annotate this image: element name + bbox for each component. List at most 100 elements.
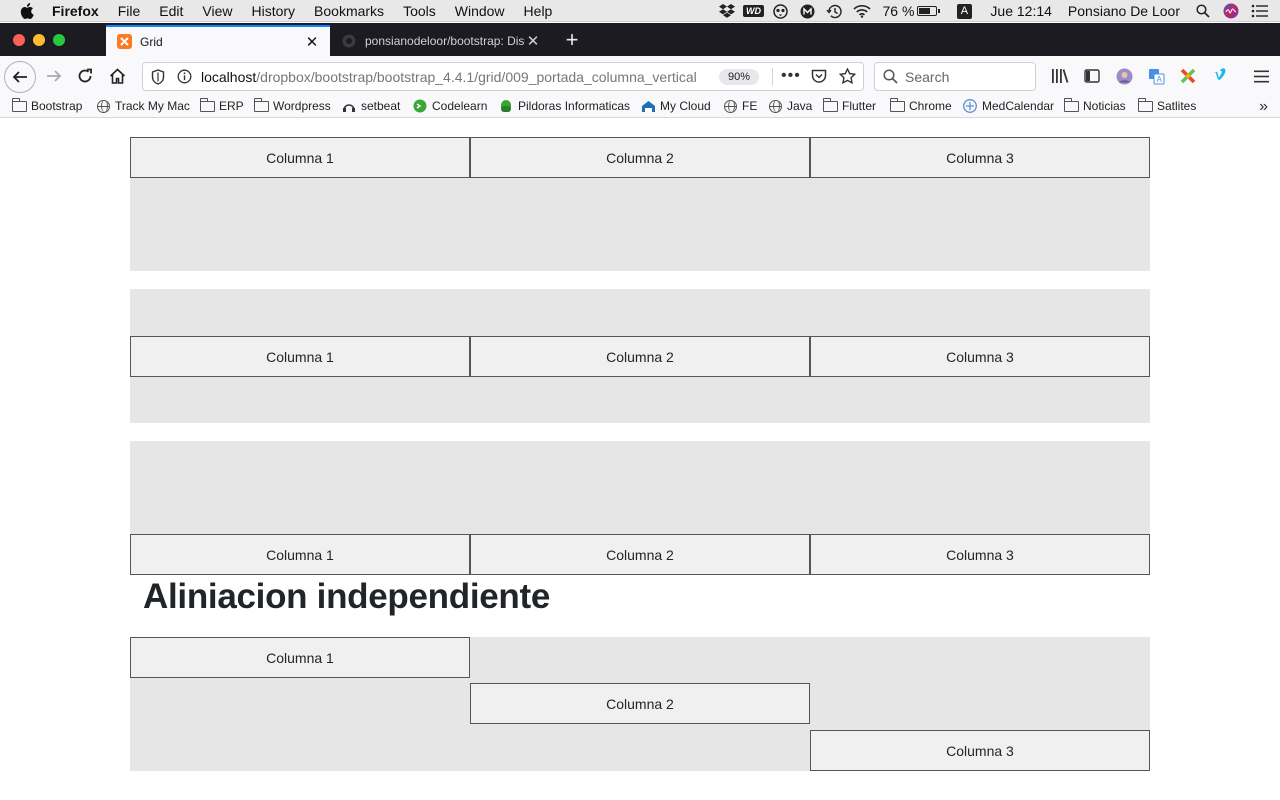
xampp-icon bbox=[116, 34, 132, 50]
section-heading: Aliniacion independiente bbox=[143, 577, 551, 616]
forward-button[interactable] bbox=[40, 62, 68, 90]
folder-icon bbox=[199, 97, 215, 113]
reload-button[interactable] bbox=[71, 62, 99, 90]
search-icon bbox=[883, 69, 898, 87]
bookmark-noticias[interactable]: Noticias bbox=[1063, 97, 1126, 113]
sidebar-toggle-icon[interactable] bbox=[1078, 62, 1106, 90]
bookmark-chrome[interactable]: Chrome bbox=[889, 97, 952, 113]
window-close-button[interactable] bbox=[13, 34, 25, 46]
battery-icon[interactable] bbox=[917, 6, 941, 16]
row-independent-alignment: Columna 1 Columna 2 Columna 3 bbox=[130, 637, 1150, 771]
bookmarks-toolbar: Bootstrap Track My Mac ERP Wordpress set… bbox=[0, 96, 1280, 118]
dropbox-icon[interactable] bbox=[718, 3, 736, 19]
urlbar-divider bbox=[772, 68, 773, 86]
column-1-align-self-start: Columna 1 bbox=[130, 637, 470, 678]
siri-icon[interactable] bbox=[1222, 3, 1240, 19]
address-bar[interactable]: localhost/dropbox/bootstrap/bootstrap_4.… bbox=[142, 62, 864, 91]
bookmark-label: Noticias bbox=[1083, 99, 1126, 113]
bookmark-label: Codelearn bbox=[432, 99, 488, 113]
wifi-icon[interactable] bbox=[852, 3, 871, 19]
input-source-icon[interactable]: A bbox=[955, 3, 973, 19]
bookmark-codelearn[interactable]: Codelearn bbox=[412, 99, 487, 113]
time-machine-icon[interactable] bbox=[826, 3, 844, 19]
translate-extension-icon[interactable]: A bbox=[1142, 62, 1170, 90]
url-text[interactable]: localhost/dropbox/bootstrap/bootstrap_4.… bbox=[201, 69, 711, 85]
spotlight-search-icon[interactable] bbox=[1194, 3, 1212, 19]
new-tab-button[interactable]: + bbox=[561, 27, 583, 52]
menu-history[interactable]: History bbox=[251, 3, 295, 19]
menu-edit[interactable]: Edit bbox=[159, 3, 183, 19]
notification-center-icon[interactable] bbox=[1250, 3, 1268, 19]
tab-grid[interactable]: Grid ✕ bbox=[106, 25, 330, 56]
svg-text:A: A bbox=[1156, 75, 1162, 84]
bookmark-bootstrap[interactable]: Bootstrap bbox=[11, 97, 82, 113]
bookmark-fe[interactable]: FE bbox=[722, 99, 757, 113]
bookmark-medcalendar[interactable]: MedCalendar bbox=[962, 99, 1054, 113]
bookmark-java[interactable]: Java bbox=[767, 99, 812, 113]
tab-close-icon[interactable]: ✕ bbox=[525, 33, 541, 50]
bookmark-my-cloud[interactable]: My Cloud bbox=[640, 99, 711, 113]
back-button[interactable] bbox=[4, 61, 36, 93]
library-icon[interactable] bbox=[1046, 62, 1074, 90]
bookmark-satlites[interactable]: Satlites bbox=[1137, 97, 1197, 113]
bookmark-erp[interactable]: ERP bbox=[199, 97, 244, 113]
menu-help[interactable]: Help bbox=[524, 3, 553, 19]
m-icon[interactable] bbox=[799, 3, 817, 19]
tracking-protection-icon[interactable] bbox=[151, 69, 165, 88]
row-align-end: Columna 1 Columna 2 Columna 3 bbox=[130, 441, 1150, 575]
folder-icon bbox=[11, 97, 27, 113]
column-3: Columna 3 bbox=[810, 534, 1150, 575]
bookmark-label: Pildoras Informaticas bbox=[518, 99, 631, 113]
pocket-icon[interactable] bbox=[811, 69, 827, 87]
folder-icon bbox=[822, 97, 838, 113]
menu-app-firefox[interactable]: Firefox bbox=[52, 3, 99, 19]
wd-icon[interactable]: WD bbox=[743, 3, 764, 19]
bookmark-wordpress[interactable]: Wordpress bbox=[253, 97, 331, 113]
bookmark-star-icon[interactable] bbox=[838, 67, 857, 87]
window-zoom-button[interactable] bbox=[53, 34, 65, 46]
wd-badge-text: WD bbox=[743, 5, 764, 17]
owl-icon[interactable] bbox=[772, 3, 790, 19]
pildoras-icon bbox=[498, 99, 514, 113]
column-2: Columna 2 bbox=[470, 336, 810, 377]
user-name[interactable]: Ponsiano De Loor bbox=[1068, 3, 1180, 19]
zoom-indicator[interactable]: 90% bbox=[719, 69, 759, 85]
site-info-icon[interactable] bbox=[177, 69, 192, 87]
bookmark-label: Java bbox=[787, 99, 813, 113]
menu-tools[interactable]: Tools bbox=[403, 3, 436, 19]
bookmark-flutter[interactable]: Flutter bbox=[822, 97, 876, 113]
bookmark-label: Chrome bbox=[909, 99, 952, 113]
clock[interactable]: Jue 12:14 bbox=[990, 3, 1052, 19]
column-1: Columna 1 bbox=[130, 534, 470, 575]
battery-fill bbox=[919, 8, 931, 14]
search-input[interactable]: Search bbox=[874, 62, 1036, 91]
bookmarks-overflow-chevron-icon[interactable]: » bbox=[1259, 98, 1268, 116]
menu-bookmarks[interactable]: Bookmarks bbox=[314, 3, 384, 19]
home-button[interactable] bbox=[103, 62, 131, 90]
page-actions-icon[interactable]: ••• bbox=[781, 67, 801, 85]
tab-github[interactable]: ponsianodeloor/bootstrap: Dise ✕ bbox=[331, 25, 551, 56]
search-placeholder: Search bbox=[905, 69, 950, 85]
menu-file[interactable]: File bbox=[118, 3, 141, 19]
bookmark-pildoras-informaticas[interactable]: Pildoras Informaticas bbox=[498, 99, 630, 113]
bookmark-track-my-mac[interactable]: Track My Mac bbox=[95, 99, 190, 113]
github-icon bbox=[341, 33, 357, 49]
window-minimize-button[interactable] bbox=[33, 34, 45, 46]
bookmark-setbeat[interactable]: setbeat bbox=[341, 99, 400, 113]
hamburger-menu-icon[interactable] bbox=[1247, 62, 1275, 90]
navigation-toolbar: localhost/dropbox/bootstrap/bootstrap_4.… bbox=[0, 56, 1280, 96]
tab-close-icon[interactable]: ✕ bbox=[304, 34, 320, 51]
cloud-icon bbox=[640, 99, 656, 113]
menu-view[interactable]: View bbox=[202, 3, 232, 19]
row-align-start: Columna 1 Columna 2 Columna 3 bbox=[130, 137, 1150, 271]
column-3-align-self-end: Columna 3 bbox=[810, 730, 1150, 771]
colorful-x-extension-icon[interactable] bbox=[1174, 62, 1202, 90]
apple-icon[interactable] bbox=[20, 2, 34, 19]
status-area: WD 76 % A Jue 12:14 Ponsiano De Loor bbox=[709, 0, 1269, 22]
bookmark-label: ERP bbox=[219, 99, 244, 113]
vimeo-extension-icon[interactable] bbox=[1206, 62, 1234, 90]
folder-icon bbox=[1137, 97, 1153, 113]
bookmark-label: Satlites bbox=[1157, 99, 1197, 113]
menu-window[interactable]: Window bbox=[455, 3, 505, 19]
account-avatar-icon[interactable] bbox=[1110, 62, 1138, 90]
